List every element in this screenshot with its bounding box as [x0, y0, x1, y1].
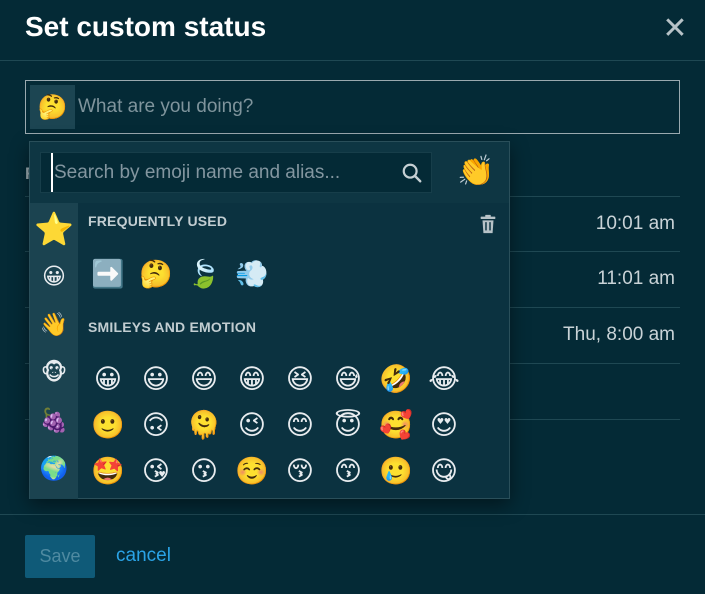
emoji-arrow-right[interactable]: ➡️ — [88, 254, 128, 294]
emoji-grin[interactable]: 😁 — [232, 359, 272, 399]
emoji-kissing[interactable]: 😗 — [184, 451, 224, 491]
frequently-used-title: FREQUENTLY USED — [88, 213, 228, 229]
skin-tone-button[interactable]: 👏 — [457, 154, 494, 190]
emoji-picker: 👏 ⭐ 😀 👋 🐵 🍇 🌍 FREQUENTLY USED ➡️ 🤔 🍃 💨 S… — [29, 141, 510, 499]
emoji-melting[interactable]: 🫠 — [184, 405, 224, 445]
emoji-leaves[interactable]: 🍃 — [184, 254, 224, 294]
emoji-star-struck[interactable]: 🤩 — [88, 451, 128, 491]
category-animals-icon[interactable]: 🐵 — [30, 348, 78, 396]
cancel-button[interactable]: cancel — [116, 545, 171, 567]
emoji-joy[interactable]: 😂 — [424, 359, 464, 399]
preset-time: 11:01 am — [597, 268, 675, 289]
emoji-slight-smile[interactable]: 🙂 — [88, 405, 128, 445]
emoji-kissing-smiling-eyes[interactable]: 😙 — [328, 451, 368, 491]
emoji-smiling-tear[interactable]: 🥲 — [376, 451, 416, 491]
trash-icon[interactable] — [477, 213, 499, 235]
category-smileys-icon[interactable]: 😀 — [30, 252, 78, 300]
dialog-footer: Save cancel — [0, 514, 705, 594]
emoji-grinning[interactable]: 😀 — [88, 359, 128, 399]
search-icon[interactable] — [401, 162, 423, 184]
preset-time: Thu, 8:00 am — [563, 324, 675, 345]
category-people-icon[interactable]: 👋 — [30, 300, 78, 348]
emoji-rofl[interactable]: 🤣 — [376, 359, 416, 399]
dialog-title: Set custom status — [25, 11, 267, 42]
status-emoji-button[interactable]: 🤔 — [30, 85, 75, 129]
close-icon[interactable]: ✕ — [662, 14, 688, 44]
category-food-icon[interactable]: 🍇 — [30, 396, 78, 444]
emoji-smiley[interactable]: 😃 — [136, 359, 176, 399]
category-frequently-used-icon[interactable]: ⭐ — [30, 205, 78, 253]
preset-time: 10:01 am — [595, 213, 675, 234]
status-input[interactable] — [78, 83, 673, 131]
emoji-thinking[interactable]: 🤔 — [136, 254, 176, 294]
emoji-dash[interactable]: 💨 — [232, 254, 272, 294]
smileys-section-title: SMILEYS AND EMOTION — [88, 319, 257, 335]
emoji-yum[interactable]: 😋 — [424, 451, 464, 491]
emoji-smile[interactable]: 😄 — [184, 359, 224, 399]
status-input-container: 🤔 — [25, 80, 680, 134]
emoji-kissing-closed-eyes[interactable]: 😚 — [280, 451, 320, 491]
emoji-heart-eyes[interactable]: 😍 — [424, 405, 464, 445]
emoji-kissing-heart[interactable]: 😘 — [136, 451, 176, 491]
emoji-search-input[interactable] — [51, 153, 391, 192]
emoji-upside-down[interactable]: 🙃 — [136, 405, 176, 445]
emoji-search-box — [40, 152, 432, 193]
emoji-picker-header: 👏 — [30, 142, 509, 203]
category-travel-icon[interactable]: 🌍 — [30, 444, 78, 492]
emoji-blush[interactable]: 😊 — [280, 405, 320, 445]
emoji-innocent[interactable]: 😇 — [328, 405, 368, 445]
emoji-wink[interactable]: 😉 — [232, 405, 272, 445]
emoji-smiling-hearts[interactable]: 🥰 — [376, 405, 416, 445]
emoji-laughing[interactable]: 😆 — [280, 359, 320, 399]
dialog-header: Set custom status ✕ — [0, 0, 705, 61]
emoji-sweat-smile[interactable]: 😅 — [328, 359, 368, 399]
save-button[interactable]: Save — [25, 535, 95, 578]
emoji-relaxed[interactable]: ☺️ — [232, 451, 272, 491]
emoji-category-bar: ⭐ 😀 👋 🐵 🍇 🌍 — [30, 203, 78, 499]
